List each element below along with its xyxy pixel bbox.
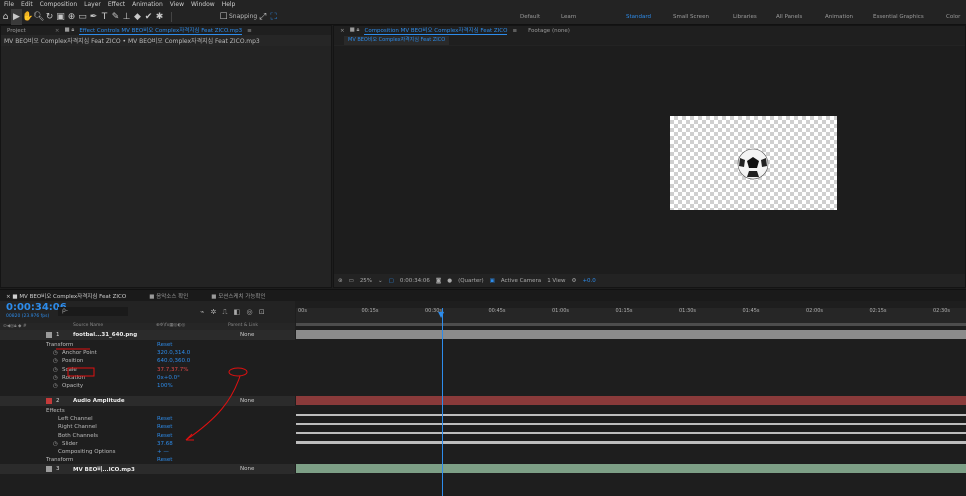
workspace-all-panels[interactable]: All Panels: [776, 14, 802, 20]
selection-tool-icon[interactable]: ▶: [11, 8, 22, 25]
ruler-tick-label: 01:00s: [552, 308, 570, 314]
effect-controls-panel: Project × ■ 🔒︎ Effect Controls MV BEO비오 …: [0, 25, 332, 288]
camera-dropdown[interactable]: Active Camera: [501, 278, 541, 284]
zoom-dropdown[interactable]: 25%: [360, 278, 372, 284]
type-tool-icon[interactable]: T: [99, 9, 110, 25]
workspace-standard[interactable]: Standard: [626, 14, 651, 20]
layer-1-bar[interactable]: [296, 330, 966, 339]
timeline-panel: × ■ MV BEO비오 Complex자격지심 Feat ZICO ■ 음악소스…: [0, 289, 966, 496]
pan-behind-tool-icon[interactable]: ⊕: [66, 9, 77, 25]
eraser-tool-icon[interactable]: ◆: [132, 9, 143, 25]
workspace-color[interactable]: Color: [946, 14, 960, 20]
fast-preview-icon[interactable]: ⚙: [572, 278, 577, 284]
time-ruler[interactable]: 00s 00:15s 00:30s 00:45s 01:00s 01:15s 01:30s 0…: [296, 308, 966, 323]
workspace-libraries[interactable]: Libraries: [733, 14, 757, 20]
comp-timecode[interactable]: 0:00:34:06: [400, 278, 430, 284]
tab-composition[interactable]: Composition MV BEO비오 Complex자격지심 Feat ZI…: [364, 26, 508, 35]
tab-menu-icon[interactable]: ≡: [247, 28, 252, 34]
tab-effect-controls[interactable]: Effect Controls MV BEO비오 Complex자격지심 Fea…: [79, 26, 243, 35]
close-icon[interactable]: ×: [55, 28, 60, 34]
tab-project[interactable]: Project: [7, 28, 26, 34]
tab-menu-icon[interactable]: ≡: [512, 28, 517, 34]
tab-footage[interactable]: Footage (none): [528, 28, 570, 34]
workspace-small-screen[interactable]: Small Screen: [673, 14, 709, 20]
zoom-tool-icon[interactable]: 🔍︎: [33, 9, 44, 25]
ruler-tick-label: 01:45s: [742, 308, 760, 314]
comp-footer-bar: ⊛ ▭ 25% ⌄ ▢ 0:00:34:06 ◙ ● (Quarter) ▣ A…: [334, 274, 965, 287]
ruler-tick-label: 00:45s: [488, 308, 506, 314]
hand-tool-icon[interactable]: ✋: [22, 9, 33, 25]
both-channels-track: [296, 432, 966, 434]
roi-icon[interactable]: ▣: [490, 278, 495, 284]
snapshot-icon[interactable]: ◙: [436, 278, 441, 284]
puppet-pin-icon[interactable]: ✱: [154, 9, 165, 25]
playhead-handle-icon[interactable]: ▼: [438, 310, 444, 319]
snapping-checkbox-icon[interactable]: ☐: [218, 9, 229, 25]
ruler-tick-label: 02:30s: [933, 308, 951, 314]
menu-item-window[interactable]: Window: [191, 1, 215, 8]
always-preview-icon[interactable]: ⊛: [338, 278, 343, 284]
menu-item-file[interactable]: File: [4, 1, 14, 8]
menu-item-edit[interactable]: Edit: [21, 1, 33, 8]
menu-item-view[interactable]: View: [170, 1, 184, 8]
home-icon[interactable]: ⌂: [0, 9, 11, 25]
workspace-learn[interactable]: Learn: [561, 14, 576, 20]
ruler-tick-label: 01:15s: [615, 308, 633, 314]
composition-subtab[interactable]: MV BEO비오 Complex자격지심 Feat ZICO: [344, 35, 450, 45]
composition-panel: × ■ 🔒︎ Composition MV BEO비오 Complex자격지심 …: [333, 25, 966, 288]
clone-stamp-icon[interactable]: ⊥: [121, 9, 132, 25]
ruler-tick-label: 02:00s: [806, 308, 824, 314]
playhead[interactable]: [442, 308, 443, 496]
ruler-tick-label: 01:30s: [679, 308, 697, 314]
snap-options-icon[interactable]: ⤢: [257, 9, 268, 25]
ruler-tick-label: 00:15s: [361, 308, 379, 314]
transparency-grid: [670, 116, 837, 210]
panel-menu-icon[interactable]: ■ 🔒︎: [64, 27, 74, 34]
menu-item-effect[interactable]: Effect: [108, 1, 125, 8]
mask-tool-icon[interactable]: ▭: [77, 9, 88, 25]
layer-2-bar[interactable]: [296, 396, 966, 405]
safe-area-icon[interactable]: ▢: [389, 278, 394, 284]
chevron-down-icon[interactable]: ⌄: [378, 278, 383, 284]
football-image: [737, 148, 769, 180]
menu-item-layer[interactable]: Layer: [84, 1, 101, 8]
roto-brush-icon[interactable]: ✔: [143, 9, 154, 25]
close-icon[interactable]: ×: [340, 28, 345, 34]
brush-tool-icon[interactable]: ✎: [110, 9, 121, 25]
layer-3-bar[interactable]: [296, 464, 966, 473]
menu-item-animation[interactable]: Animation: [132, 1, 163, 8]
color-channel-icon[interactable]: ●: [447, 278, 452, 284]
snapping-label: Snapping: [229, 13, 258, 20]
expand-icon[interactable]: ⛶: [268, 9, 279, 25]
work-area-bar[interactable]: [296, 323, 966, 326]
rotate-tool-icon[interactable]: ↻: [44, 9, 55, 25]
camera-tool-icon[interactable]: ▣: [55, 9, 66, 25]
right-channel-track: [296, 423, 966, 425]
ruler-tick-label: 02:15s: [869, 308, 887, 314]
view-layout-dropdown[interactable]: 1 View: [547, 278, 565, 284]
exposure-value[interactable]: +0.0: [582, 278, 595, 284]
workspace-default[interactable]: Default: [520, 14, 540, 20]
left-channel-track: [296, 414, 966, 416]
pen-tool-icon[interactable]: ✒: [88, 9, 99, 25]
effect-controls-header: MV BEO비오 Complex자격지심 Feat ZICO • MV BEO비…: [1, 35, 331, 46]
menu-item-composition[interactable]: Composition: [40, 1, 77, 8]
menu-item-help[interactable]: Help: [222, 1, 236, 8]
monitor-icon[interactable]: ▭: [349, 278, 354, 284]
toolbar: ⌂ ▶ ✋ 🔍︎ ↻ ▣ ⊕ ▭ ✒ T ✎ ⊥ ◆ ✔ ✱ ☐ Snappin…: [0, 8, 966, 25]
lock-icon[interactable]: ■ 🔒︎: [350, 27, 360, 34]
workspace-animation[interactable]: Animation: [825, 14, 853, 20]
workspace-essential-graphics[interactable]: Essential Graphics: [873, 14, 924, 20]
slider-track: [296, 441, 966, 444]
comp-viewer[interactable]: [334, 46, 965, 274]
annotation-arrow: [56, 348, 248, 441]
resolution-dropdown[interactable]: (Quarter): [458, 278, 484, 284]
